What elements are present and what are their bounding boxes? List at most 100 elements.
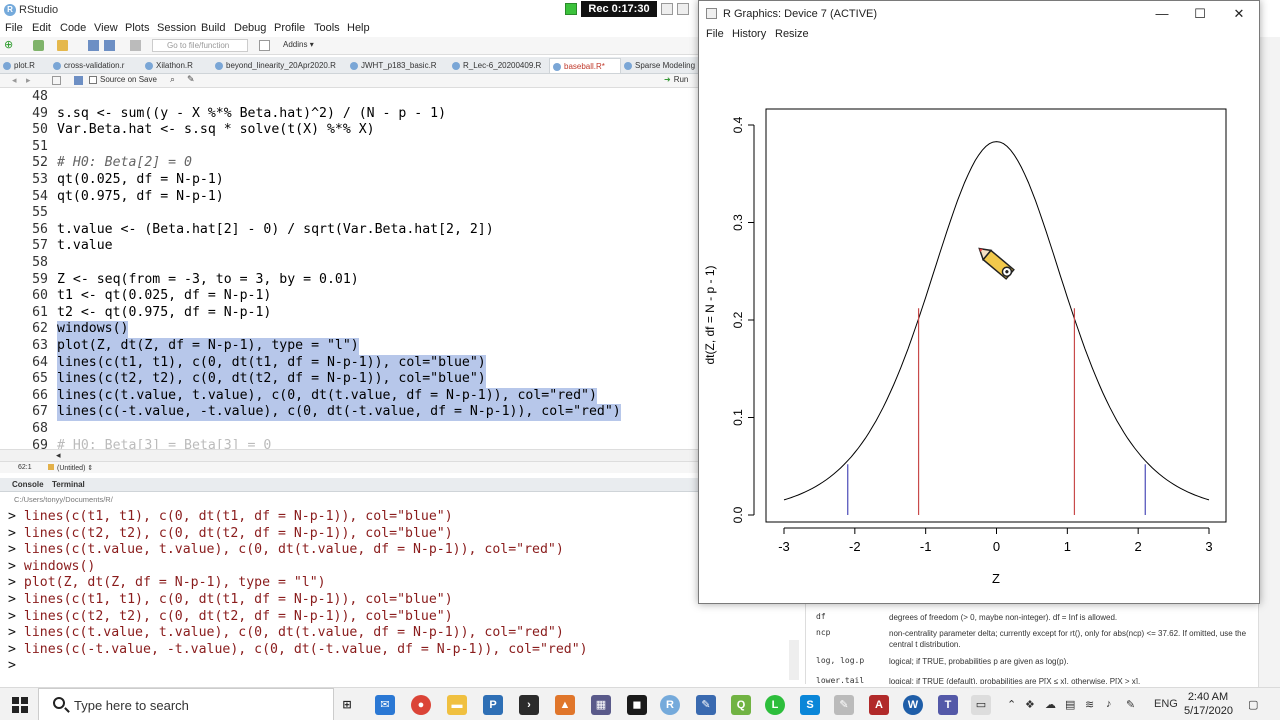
code-text[interactable]: t2 <- qt(0.975, df = N-p-1) [57,305,271,322]
tab-sparse-modeling[interactable]: Sparse Modeling [621,58,700,73]
pen-icon[interactable]: ✎ [1126,698,1135,711]
graphics-menu-history[interactable]: History [732,28,766,40]
acrobat-icon[interactable]: A [869,695,889,715]
code-text[interactable]: s.sq <- sum((y - X %*% Beta.hat)^2) / (N… [57,106,446,123]
wifi-icon[interactable]: ≋ [1085,698,1094,711]
save-all-icon[interactable] [104,40,115,51]
code-text[interactable]: Z <- seq(from = -3, to = 3, by = 0.01) [57,272,359,289]
code-line[interactable]: 57 t.value [0,238,700,255]
code-line[interactable]: 55 [0,205,700,222]
code-text[interactable]: t.value [57,238,113,255]
code-line[interactable]: 50 Var.Beta.hat <- s.sq * solve(t(X) %*% … [0,122,700,139]
app-icon[interactable]: ◼ [627,695,647,715]
tab-baseball[interactable]: baseball.R* [549,58,621,73]
menu-session[interactable]: Session [157,22,196,34]
console-output[interactable]: > lines(c(t1, t1), c(0, dt(t1, df = N-p-… [0,508,790,683]
graphics-menu-resize[interactable]: Resize [775,28,809,40]
code-text[interactable]: lines(c(t1, t1), c(0, dt(t1, df = N-p-1)… [57,354,486,372]
close-button[interactable]: ✕ [1227,5,1251,23]
console-working-directory[interactable]: C:/Users/tonyy/Documents/R/ [0,493,800,507]
taskbar-search-box[interactable]: Type here to search [38,688,334,720]
menu-view[interactable]: View [94,22,118,34]
tab-console[interactable]: Console [12,480,44,489]
code-line[interactable]: 66 lines(c(t.value, t.value), c(0, dt(t.v… [0,387,700,405]
tab-r-lec6[interactable]: R_Lec-6_20200409.R [449,58,549,73]
pause-icon[interactable] [661,3,673,15]
editor-horizontal-scrollbar[interactable]: ◂ [0,449,700,461]
window-icon[interactable]: ▭ [971,695,991,715]
menu-file[interactable]: File [5,22,23,34]
qgis-icon[interactable]: Q [731,695,751,715]
code-line[interactable]: 60 t1 <- qt(0.025, df = N-p-1) [0,288,700,305]
code-text[interactable]: t.value <- (Beta.hat[2] - 0) / sqrt(Var.… [57,222,494,239]
taskbar-clock[interactable]: 2:40 AM 5/17/2020 [1184,690,1233,718]
scroll-left-icon[interactable]: ◂ [56,450,61,461]
menu-code[interactable]: Code [60,22,86,34]
code-line[interactable]: 48 [0,89,700,106]
code-text[interactable]: lines(c(-t.value, -t.value), c(0, dt(-t.… [57,404,621,421]
code-line[interactable]: 49 s.sq <- sum((y - X %*% Beta.hat)^2) / … [0,106,700,123]
code-text[interactable]: Var.Beta.hat <- s.sq * solve(t(X) %*% X) [57,122,375,139]
menu-plots[interactable]: Plots [125,22,149,34]
settings-icon[interactable] [677,3,689,15]
r-graphics-window[interactable]: R Graphics: Device 7 (ACTIVE) — ☐ ✕ File… [698,0,1260,604]
menu-profile[interactable]: Profile [274,22,305,34]
code-line[interactable]: 59 Z <- seq(from = -3, to = 3, by = 0.01) [0,272,700,289]
file-explorer-icon[interactable]: ▬ [447,695,467,715]
run-button[interactable]: ➜ Run [664,75,688,84]
code-line[interactable]: 56 t.value <- (Beta.hat[2] - 0) / sqrt(Va… [0,222,700,239]
code-line[interactable]: 54 qt(0.975, df = N-p-1) [0,189,700,206]
minimize-button[interactable]: — [1150,5,1174,23]
code-text[interactable]: plot(Z, dt(Z, df = N-p-1), type = "l") [57,338,359,355]
dropbox-icon[interactable]: ❖ [1025,698,1035,711]
python-icon[interactable]: P [483,695,503,715]
code-editor[interactable]: 48 49 s.sq <- sum((y - X %*% Beta.hat)^2) … [0,89,700,449]
menu-edit[interactable]: Edit [32,22,51,34]
print-icon[interactable] [130,40,141,51]
code-line[interactable]: 53 qt(0.025, df = N-p-1) [0,172,700,189]
cloud-icon[interactable]: ☁ [1045,698,1056,711]
scope-selector[interactable]: (Untitled) ⇕ [48,464,93,472]
code-text[interactable]: qt(0.025, df = N-p-1) [57,172,224,189]
tab-plot-r[interactable]: plot.R [0,58,50,73]
network-icon[interactable]: ▤ [1065,698,1075,711]
tab-jwht[interactable]: JWHT_p183_basic.R [347,58,449,73]
terminal-icon[interactable]: › [519,695,539,715]
show-in-window-icon[interactable] [52,76,61,85]
graphics-menu-file[interactable]: File [706,28,724,40]
recording-widget[interactable]: Rec 0:17:30 [563,1,703,17]
chrome-icon[interactable]: ● [411,695,431,715]
magic-wand-icon[interactable]: ✎ [187,74,195,85]
tab-xilathon[interactable]: Xilathon.R [142,58,212,73]
tray-chevron-icon[interactable]: ⌃ [1007,698,1016,711]
console-scrollbar[interactable] [789,640,799,680]
code-line[interactable]: 62 windows() [0,321,700,338]
maximize-button[interactable]: ☐ [1188,5,1212,23]
code-text[interactable]: # H0: Beta[3] = Beta[3] = 0 [57,438,271,449]
menu-debug[interactable]: Debug [234,22,266,34]
code-text[interactable]: lines(c(t2, t2), c(0, dt(t2, df = N-p-1)… [57,371,486,388]
back-arrow-icon[interactable]: ◂ [12,75,17,86]
tab-beyond-linearity[interactable]: beyond_linearity_20Apr2020.R [212,58,347,73]
rstudio-taskbar-icon[interactable]: R [660,695,680,715]
code-line[interactable]: 65 lines(c(t2, t2), c(0, dt(t2, df = N-p-… [0,371,700,388]
line-messenger-icon[interactable]: L [765,695,785,715]
language-indicator[interactable]: ENG [1154,698,1178,710]
windows-start-button[interactable] [12,697,28,713]
code-text[interactable]: qt(0.975, df = N-p-1) [57,189,224,206]
code-line[interactable]: 51 [0,139,700,156]
volume-icon[interactable]: ♪ [1106,698,1112,710]
menu-help[interactable]: Help [347,22,370,34]
code-text[interactable]: lines(c(t.value, t.value), c(0, dt(t.val… [57,387,597,405]
mail-icon[interactable]: ✉ [375,695,395,715]
code-line[interactable]: 64 lines(c(t1, t1), c(0, dt(t1, df = N-p-… [0,354,700,372]
addins-menu[interactable]: Addins ▾ [283,40,314,49]
graphics-titlebar[interactable]: R Graphics: Device 7 (ACTIVE) — ☐ ✕ [699,1,1259,27]
new-file-icon[interactable]: ⊕ [4,40,15,51]
calculator-icon[interactable]: ▦ [591,695,611,715]
code-line[interactable]: 67 lines(c(-t.value, -t.value), c(0, dt(-… [0,404,700,421]
code-line[interactable]: 58 [0,255,700,272]
goto-file-input[interactable]: Go to file/function [152,39,248,52]
new-project-icon[interactable] [33,40,44,51]
notification-icon[interactable]: ▢ [1248,698,1258,711]
